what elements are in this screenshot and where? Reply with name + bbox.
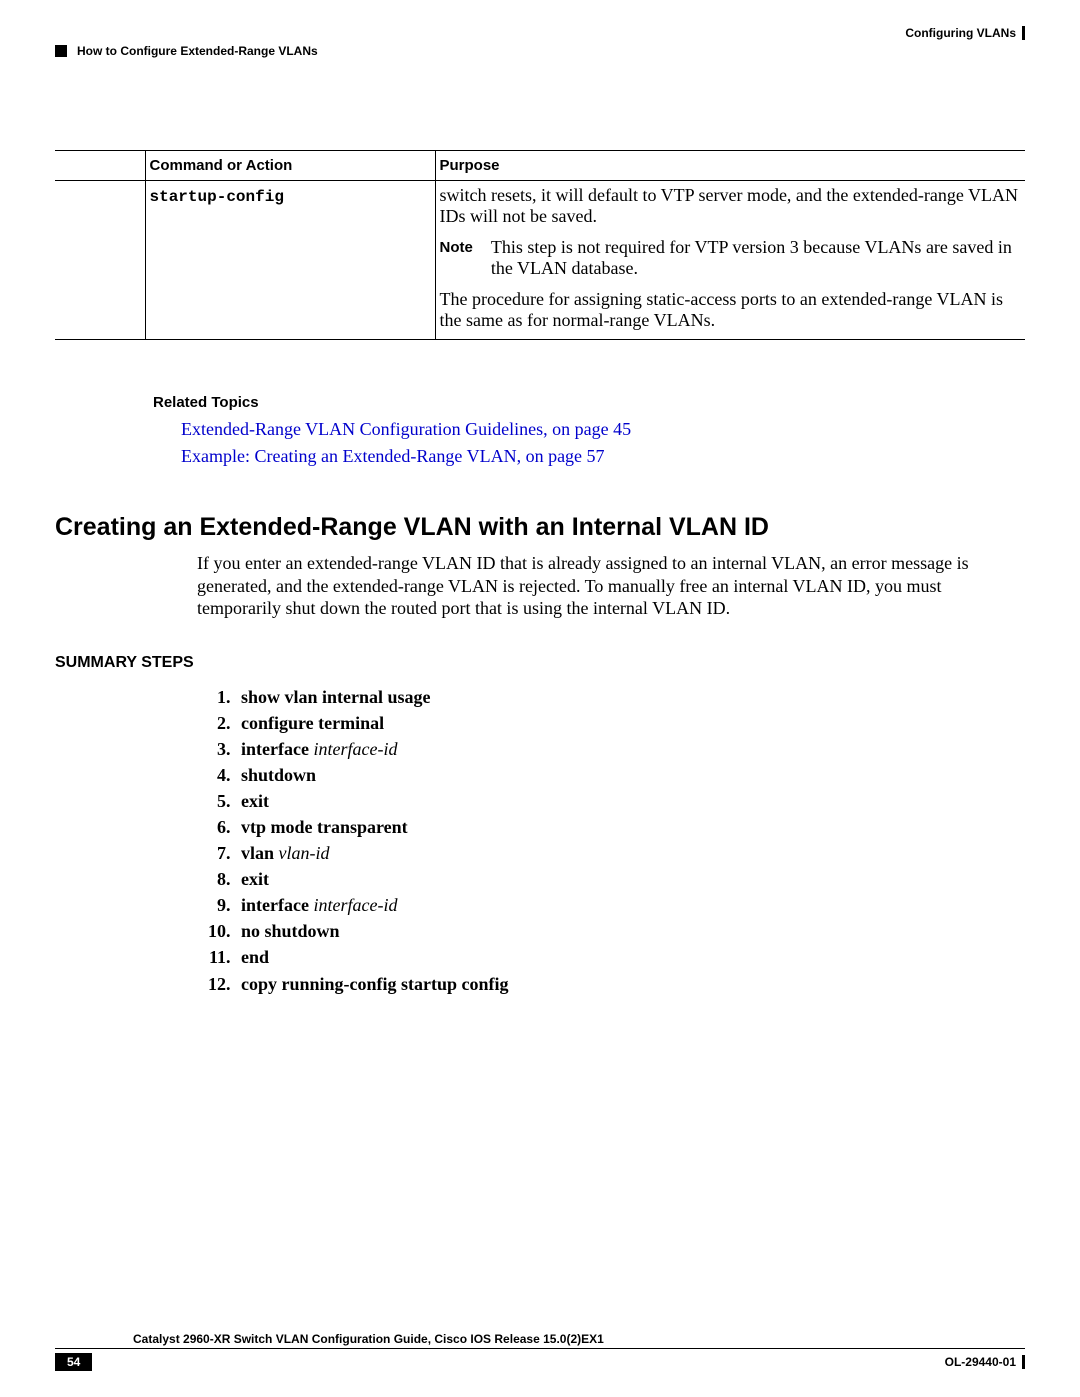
table-header-step xyxy=(55,151,145,181)
header-right: Configuring VLANs xyxy=(905,26,1025,40)
table-row: startup-config switch resets, it will de… xyxy=(55,181,1025,340)
step-cmd: no shutdown xyxy=(241,921,340,941)
step-cmd: show vlan internal usage xyxy=(241,687,431,707)
list-item: configure terminal xyxy=(235,710,1025,736)
page-footer: Catalyst 2960-XR Switch VLAN Configurati… xyxy=(55,1332,1025,1371)
note-text: This step is not required for VTP versio… xyxy=(491,237,1021,279)
page-number-badge: 54 xyxy=(55,1353,92,1371)
note-block: Note This step is not required for VTP v… xyxy=(440,237,1022,279)
step-cmd: exit xyxy=(241,869,269,889)
list-item: vlan vlan-id xyxy=(235,840,1025,866)
step-cmd: interface xyxy=(241,739,313,759)
footer-row: 54 OL-29440-01 xyxy=(55,1353,1025,1371)
section-intro: If you enter an extended-range VLAN ID t… xyxy=(197,552,1025,620)
command-cell: startup-config xyxy=(145,181,435,340)
list-item: end xyxy=(235,944,1025,970)
command-purpose-table: Command or Action Purpose startup-config… xyxy=(55,150,1025,340)
footer-rule xyxy=(55,1348,1025,1349)
chapter-title: Configuring VLANs xyxy=(905,26,1016,40)
list-item: show vlan internal usage xyxy=(235,684,1025,710)
list-item: exit xyxy=(235,788,1025,814)
page-header: Configuring VLANs How to Configure Exten… xyxy=(55,26,1025,58)
list-item: interface interface-id xyxy=(235,736,1025,762)
step-cmd: shutdown xyxy=(241,765,316,785)
footer-book-title: Catalyst 2960-XR Switch VLAN Configurati… xyxy=(133,1332,1025,1346)
summary-steps-list: show vlan internal usage configure termi… xyxy=(235,684,1025,997)
step-arg: interface-id xyxy=(313,895,397,915)
list-item: vtp mode transparent xyxy=(235,814,1025,840)
accent-bar-icon xyxy=(1022,1355,1025,1369)
step-arg: vlan-id xyxy=(279,843,330,863)
step-cmd: vlan xyxy=(241,843,279,863)
step-cmd: configure terminal xyxy=(241,713,384,733)
footer-left: 54 xyxy=(55,1353,102,1371)
command-text: startup-config xyxy=(150,188,284,206)
table-header-command: Command or Action xyxy=(145,151,435,181)
footer-right: OL-29440-01 xyxy=(945,1355,1025,1369)
doc-id: OL-29440-01 xyxy=(945,1355,1016,1369)
step-cmd: interface xyxy=(241,895,313,915)
accent-bar-icon xyxy=(1022,26,1025,40)
header-left: How to Configure Extended-Range VLANs xyxy=(55,44,318,58)
list-item: no shutdown xyxy=(235,918,1025,944)
step-cmd: copy running-config startup config xyxy=(241,974,509,994)
purpose-para: switch resets, it will default to VTP se… xyxy=(440,185,1022,227)
step-cmd: vtp mode transparent xyxy=(241,817,408,837)
related-topics: Related Topics Extended-Range VLAN Confi… xyxy=(153,394,1025,467)
square-bullet-icon xyxy=(55,45,67,57)
summary-steps-title: SUMMARY STEPS xyxy=(55,654,1025,672)
related-link[interactable]: Extended-Range VLAN Configuration Guidel… xyxy=(181,419,1025,440)
purpose-cell: switch resets, it will default to VTP se… xyxy=(435,181,1025,340)
step-cell xyxy=(55,181,145,340)
step-cmd: end xyxy=(241,947,269,967)
list-item: exit xyxy=(235,866,1025,892)
section-title: How to Configure Extended-Range VLANs xyxy=(77,44,318,58)
section-heading: Creating an Extended-Range VLAN with an … xyxy=(55,513,1025,542)
list-item: shutdown xyxy=(235,762,1025,788)
list-item: copy running-config startup config xyxy=(235,971,1025,997)
step-cmd: exit xyxy=(241,791,269,811)
list-item: interface interface-id xyxy=(235,892,1025,918)
purpose-para-2: The procedure for assigning static-acces… xyxy=(440,289,1022,331)
table-header-purpose: Purpose xyxy=(435,151,1025,181)
related-topics-title: Related Topics xyxy=(153,394,1025,411)
step-arg: interface-id xyxy=(313,739,397,759)
main-content: Command or Action Purpose startup-config… xyxy=(55,150,1025,997)
note-label: Note xyxy=(440,237,473,279)
related-link[interactable]: Example: Creating an Extended-Range VLAN… xyxy=(181,446,1025,467)
